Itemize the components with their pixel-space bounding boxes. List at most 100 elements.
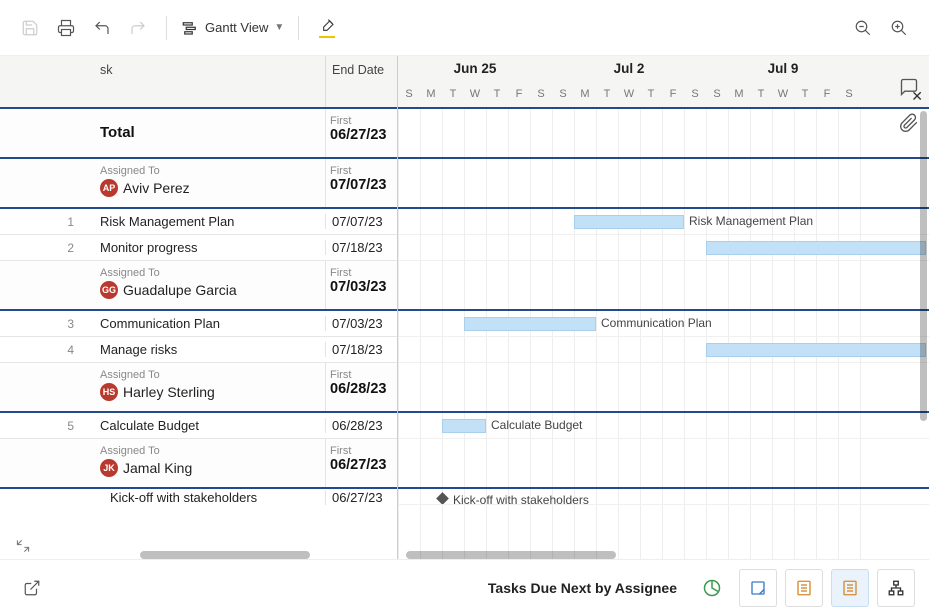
avatar: JK: [100, 459, 118, 477]
list-icon-1[interactable]: [785, 569, 823, 607]
week-label: Jul 2: [552, 56, 706, 82]
day-label: S: [706, 82, 728, 109]
day-labels: SMTWTFSSMTWTFSSMTWTFS: [398, 82, 929, 109]
gantt-bar[interactable]: [706, 241, 926, 255]
task-name: Risk Management Plan: [100, 214, 325, 229]
gantt-group-row: [398, 109, 929, 159]
task-row[interactable]: 3Communication Plan07/03/23: [0, 311, 397, 337]
task-name: Kick-off with stakeholders: [100, 490, 325, 505]
milestone-label: Kick-off with stakeholders: [453, 493, 589, 505]
group-date: 07/07/23: [330, 177, 393, 194]
assignee-name: Aviv Perez: [123, 180, 190, 196]
undo-button[interactable]: [86, 12, 118, 44]
assignee-name: Jamal King: [123, 460, 192, 476]
assignee-group-row[interactable]: Assigned ToAPAviv PerezFirst07/07/23: [0, 159, 397, 209]
task-horizontal-scrollbar[interactable]: [140, 551, 310, 559]
day-label: M: [728, 82, 750, 109]
gantt-bar[interactable]: Communication Plan: [464, 317, 596, 331]
day-label: T: [640, 82, 662, 109]
gantt-panel: Jun 25Jul 2Jul 9 SMTWTFSSMTWTFSSMTWTFS ✕…: [398, 56, 929, 559]
view-selector[interactable]: Gantt View ▼: [181, 19, 284, 37]
chart-icon[interactable]: [693, 569, 731, 607]
gantt-group-row: [398, 439, 929, 489]
attachments-icon[interactable]: [898, 112, 920, 134]
day-label: T: [442, 82, 464, 109]
note-icon[interactable]: [739, 569, 777, 607]
toolbar: Gantt View ▼: [0, 0, 929, 56]
day-label: S: [552, 82, 574, 109]
day-label: W: [464, 82, 486, 109]
comments-icon[interactable]: [898, 76, 920, 98]
footer-title: Tasks Due Next by Assignee: [488, 580, 677, 596]
task-end-date: 07/03/23: [325, 316, 397, 331]
task-row[interactable]: Kick-off with stakeholders06/27/23: [0, 489, 397, 505]
view-label: Gantt View: [205, 20, 268, 35]
avatar: AP: [100, 179, 118, 197]
footer: Tasks Due Next by Assignee: [0, 559, 929, 615]
day-label: S: [684, 82, 706, 109]
hierarchy-icon[interactable]: [877, 569, 915, 607]
highlight-button[interactable]: [311, 12, 343, 44]
first-label: First: [330, 369, 393, 381]
print-button[interactable]: [50, 12, 82, 44]
task-row[interactable]: 5Calculate Budget06/28/23: [0, 413, 397, 439]
task-header: sk End Date: [0, 56, 397, 109]
gantt-group-row: [398, 159, 929, 209]
list-icon-2[interactable]: [831, 569, 869, 607]
row-number: 2: [0, 241, 100, 255]
task-end-date: 07/18/23: [325, 342, 397, 357]
assignee-name: Guadalupe Garcia: [123, 282, 237, 298]
week-labels: Jun 25Jul 2Jul 9: [398, 56, 929, 82]
first-label: First: [330, 267, 393, 279]
day-label: S: [530, 82, 552, 109]
gantt-horizontal-scrollbar[interactable]: [406, 551, 616, 559]
task-end-date: 07/07/23: [325, 214, 397, 229]
save-button: [14, 12, 46, 44]
day-label: M: [574, 82, 596, 109]
separator: [166, 16, 167, 40]
chevron-down-icon: ▼: [274, 22, 284, 33]
first-label: First: [330, 445, 393, 457]
vertical-scrollbar[interactable]: [920, 111, 927, 421]
day-label: M: [420, 82, 442, 109]
bar-label: Calculate Budget: [491, 418, 582, 432]
gantt-task-row: Kick-off with stakeholders: [398, 489, 929, 505]
gantt-task-row: [398, 337, 929, 363]
task-row[interactable]: 1Risk Management Plan07/07/23: [0, 209, 397, 235]
gantt-bar[interactable]: Risk Management Plan: [574, 215, 684, 229]
day-label: F: [816, 82, 838, 109]
gantt-bar[interactable]: [706, 343, 926, 357]
first-label: First: [330, 165, 393, 177]
first-label: First: [330, 115, 393, 127]
task-body: TotalFirst06/27/23 Assigned To AP Aviv Pere…: [0, 109, 397, 559]
open-external-button[interactable]: [14, 570, 50, 606]
column-header-task[interactable]: sk: [0, 56, 325, 107]
milestone[interactable]: Kick-off with stakeholders: [438, 493, 589, 505]
gantt-task-row: Risk Management Plan: [398, 209, 929, 235]
assignee-group-row[interactable]: Assigned ToGGGuadalupe GarciaFirst07/03/…: [0, 261, 397, 311]
right-rail: [889, 56, 929, 134]
total-row[interactable]: TotalFirst06/27/23: [0, 109, 397, 159]
gantt-bar[interactable]: Calculate Budget: [442, 419, 486, 433]
task-row[interactable]: 2Monitor progress07/18/23: [0, 235, 397, 261]
day-label: W: [618, 82, 640, 109]
assigned-to-label: Assigned To: [100, 369, 317, 381]
zoom-in-button[interactable]: [883, 12, 915, 44]
gantt-task-row: [398, 235, 929, 261]
assignee-group-row[interactable]: Assigned ToJKJamal KingFirst06/27/23: [0, 439, 397, 489]
zoom-out-button[interactable]: [847, 12, 879, 44]
gantt-group-row: [398, 363, 929, 413]
assignee-group-row[interactable]: Assigned ToHSHarley SterlingFirst06/28/2…: [0, 363, 397, 413]
task-row[interactable]: 4Manage risks07/18/23: [0, 337, 397, 363]
collapse-handle[interactable]: [14, 537, 32, 555]
task-name: Calculate Budget: [100, 418, 325, 433]
day-label: F: [508, 82, 530, 109]
separator: [298, 16, 299, 40]
day-label: T: [486, 82, 508, 109]
task-name: Monitor progress: [100, 240, 325, 255]
task-name: Manage risks: [100, 342, 325, 357]
bar-label: Risk Management Plan: [689, 214, 813, 228]
assigned-to-label: Assigned To: [100, 267, 317, 279]
column-header-end[interactable]: End Date: [325, 56, 397, 107]
gantt-group-row: [398, 261, 929, 311]
